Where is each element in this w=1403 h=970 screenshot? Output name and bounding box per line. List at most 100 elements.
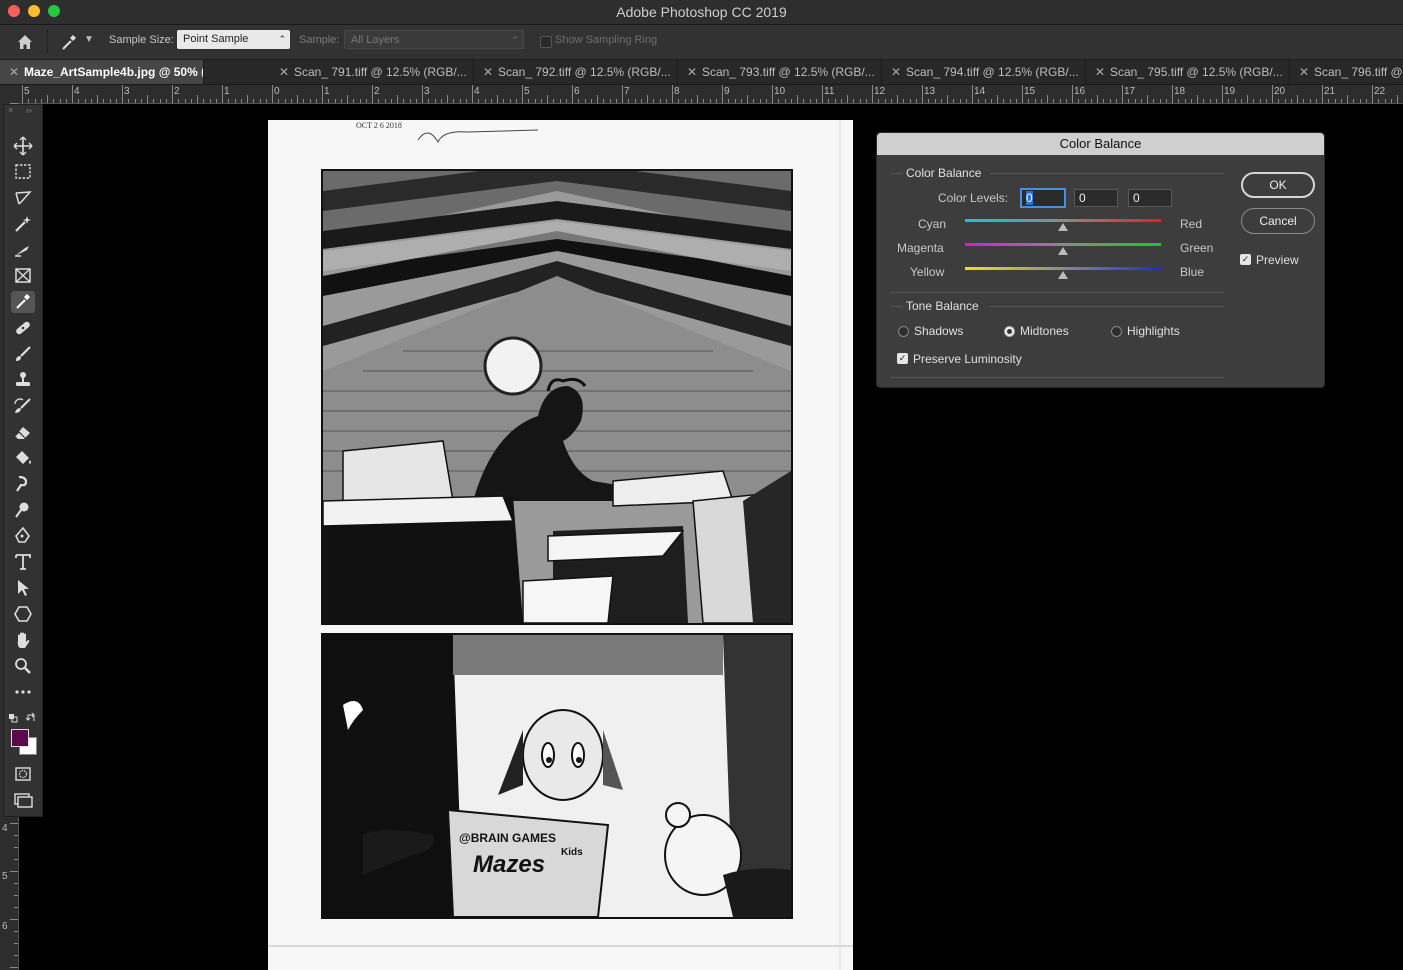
close-tab-icon[interactable]: ✕ (1299, 60, 1309, 84)
sample-select[interactable]: All Layers ⌃ (344, 30, 524, 49)
color-level-1-input[interactable]: 0 (1021, 189, 1065, 207)
ruler-minor-tick (384, 99, 386, 103)
healing-brush-tool[interactable] (11, 317, 35, 339)
dodge-tool[interactable] (11, 499, 35, 521)
ruler-minor-tick (240, 99, 242, 103)
ruler-minor-tick (928, 99, 930, 103)
pen-tool[interactable] (11, 525, 35, 547)
more-tools[interactable] (11, 681, 35, 703)
magenta-green-slider-thumb[interactable] (1058, 247, 1068, 255)
marquee-tool[interactable] (11, 161, 35, 183)
yellow-blue-slider[interactable] (965, 267, 1161, 270)
path-selection-tool[interactable] (11, 577, 35, 599)
ruler-minor-tick (65, 99, 67, 103)
ruler-minor-tick (784, 99, 786, 103)
tab-scan-796[interactable]: ✕ Scan_ 796.tiff @ (1290, 60, 1403, 84)
tab-scan-792[interactable]: ✕ Scan_ 792.tiff @ 12.5% (RGB/... (474, 60, 678, 84)
color-level-3-value: 0 (1133, 191, 1140, 205)
ruler-minor-tick (753, 99, 755, 103)
swap-colors-icon[interactable] (25, 712, 35, 721)
shelf-scene-illustration (323, 635, 791, 917)
cancel-button[interactable]: Cancel (1241, 208, 1315, 234)
color-level-3-input[interactable]: 0 (1128, 189, 1172, 207)
clone-stamp-tool[interactable] (11, 369, 35, 391)
ruler-minor-tick (884, 99, 886, 103)
close-tab-icon[interactable]: ✕ (279, 60, 289, 84)
midtones-radio[interactable] (1004, 326, 1015, 337)
foreground-color-swatch[interactable] (11, 729, 29, 747)
tab-scan-791[interactable]: ✕ Scan_ 791.tiff @ 12.5% (RGB/... (270, 60, 474, 84)
ruler-minor-tick (334, 99, 336, 103)
shadows-radio[interactable] (898, 326, 909, 337)
show-sampling-ring-checkbox[interactable] (540, 36, 552, 48)
close-tab-icon[interactable]: ✕ (483, 60, 493, 84)
sample-size-value: Point Sample (183, 33, 249, 45)
eyedropper-tool[interactable] (11, 291, 35, 313)
chevron-down-icon[interactable]: ▼ (84, 34, 94, 45)
preview-checkbox[interactable]: ✓ (1240, 254, 1251, 265)
preserve-luminosity-checkbox[interactable]: ✓ (897, 353, 908, 364)
collapse-panel-icon[interactable]: × (8, 105, 13, 115)
move-tool[interactable] (11, 135, 35, 157)
tab-scan-794[interactable]: ✕ Scan_ 794.tiff @ 12.5% (RGB/... (882, 60, 1086, 84)
highlights-radio[interactable] (1111, 326, 1122, 337)
shape-tool[interactable] (11, 603, 35, 625)
screen-mode[interactable] (11, 789, 35, 811)
close-tab-icon[interactable]: ✕ (9, 60, 19, 84)
ruler-minor-tick (328, 99, 330, 103)
sample-size-select[interactable]: Point Sample ⌃ (177, 30, 290, 49)
type-tool[interactable] (11, 551, 35, 573)
close-tab-icon[interactable]: ✕ (891, 60, 901, 84)
tab-scan-795[interactable]: ✕ Scan_ 795.tiff @ 12.5% (RGB/... (1086, 60, 1290, 84)
ruler-minor-tick (1184, 99, 1186, 103)
eraser-icon (14, 427, 30, 439)
history-brush-tool[interactable] (11, 395, 35, 417)
color-level-2-input[interactable]: 0 (1074, 189, 1118, 207)
close-tab-icon[interactable]: ✕ (1095, 60, 1105, 84)
ruler-minor-tick (840, 99, 842, 103)
tone-balance-group-label: Tone Balance (906, 299, 979, 313)
ruler-minor-tick (353, 99, 355, 103)
ruler-minor-tick (759, 99, 761, 103)
ruler-minor-tick (797, 95, 798, 103)
ruler-major-tick (1022, 85, 1023, 103)
blur-tool[interactable] (11, 473, 35, 495)
lasso-tool[interactable] (11, 187, 35, 209)
tab-maze-artsample[interactable]: ✕ Maze_ArtSample4b.jpg @ 50% (CMYK/8) * (0, 60, 204, 84)
quick-mask-mode[interactable] (11, 763, 35, 785)
brush-tool[interactable] (11, 343, 35, 365)
tool-preset-picker[interactable] (58, 31, 80, 53)
crop-tool[interactable] (11, 239, 35, 261)
ruler-minor-tick (40, 99, 42, 103)
ruler-minor-tick (134, 99, 136, 103)
cyan-red-slider-thumb[interactable] (1058, 223, 1068, 231)
magenta-green-slider[interactable] (965, 243, 1161, 246)
ruler-minor-tick (534, 99, 536, 103)
ruler-label: 9 (724, 86, 730, 97)
tab-scan-793[interactable]: ✕ Scan_ 793.tiff @ 12.5% (RGB/... (678, 60, 882, 84)
paint-bucket-tool[interactable] (11, 447, 35, 469)
ruler-minor-tick (890, 99, 892, 103)
zoom-tool[interactable] (11, 655, 35, 677)
close-tab-icon[interactable]: ✕ (687, 60, 697, 84)
paint-bucket-icon (16, 451, 31, 464)
ruler-minor-tick (1384, 99, 1386, 103)
yellow-blue-slider-thumb[interactable] (1058, 271, 1068, 279)
ruler-minor-tick (140, 99, 142, 103)
ruler-minor-tick (815, 99, 817, 103)
hand-tool[interactable] (11, 629, 35, 651)
ruler-minor-tick (10, 823, 18, 824)
color-balance-dialog: Color Balance Color Balance Color Levels… (876, 132, 1325, 388)
expand-panel-icon[interactable]: ›› (26, 105, 32, 115)
ruler-label: 14 (974, 86, 986, 97)
tab-label: Scan_ 794.tiff @ 12.5% (RGB/... (906, 65, 1079, 79)
frame-tool[interactable] (11, 265, 35, 287)
cyan-red-slider[interactable] (965, 219, 1161, 222)
ruler-corner (0, 85, 19, 104)
ruler-label: 16 (1074, 86, 1086, 97)
magic-wand-tool[interactable] (11, 213, 35, 235)
home-button[interactable] (14, 31, 36, 53)
eraser-tool[interactable] (11, 421, 35, 443)
default-colors-icon[interactable] (9, 714, 18, 723)
ok-button[interactable]: OK (1241, 172, 1315, 198)
